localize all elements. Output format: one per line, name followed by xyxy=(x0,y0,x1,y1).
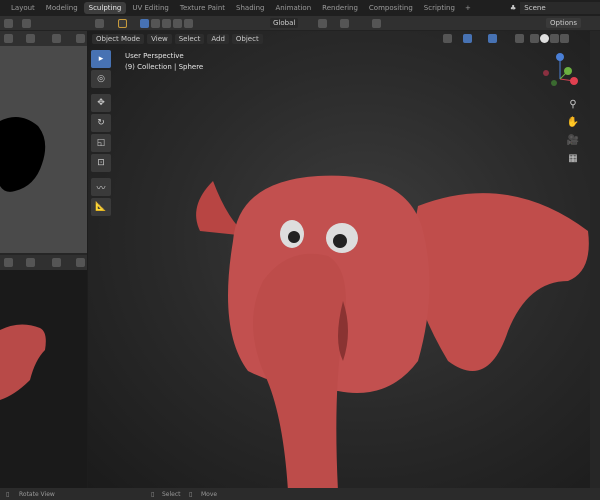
view-icon[interactable] xyxy=(4,34,13,43)
tab-compositing[interactable]: Compositing xyxy=(364,2,418,14)
tab-rendering[interactable]: Rendering xyxy=(317,2,363,14)
mouse-icon: ▯ xyxy=(189,490,193,498)
tab-shading[interactable]: Shading xyxy=(231,2,269,14)
navigation-gizmo[interactable] xyxy=(538,51,582,95)
menu-object[interactable]: Object xyxy=(231,33,263,44)
gizmo-toggle-icon[interactable] xyxy=(463,34,472,43)
proportional-edit-icon[interactable] xyxy=(372,19,381,28)
scene-icon: ♣ xyxy=(510,4,517,12)
annotate-tool-icon[interactable]: 〰 xyxy=(91,178,111,196)
rotate-tool-icon[interactable]: ↻ xyxy=(91,114,111,132)
properties-edge[interactable] xyxy=(590,31,600,488)
workspace-tabs: Layout Modeling Sculpting UV Editing Tex… xyxy=(0,0,600,16)
overlay-icon[interactable] xyxy=(52,258,61,267)
gizmo-icon[interactable] xyxy=(26,34,35,43)
rendered-shading-icon[interactable] xyxy=(560,34,569,43)
perspective-label: User Perspective xyxy=(125,52,184,60)
left-editors xyxy=(0,31,87,488)
measure-tool-icon[interactable]: 📐 xyxy=(91,198,111,216)
secondary-viewport[interactable] xyxy=(0,270,87,488)
shading-icon[interactable] xyxy=(76,34,85,43)
tab-scripting[interactable]: Scripting xyxy=(419,2,460,14)
scale-tool-icon[interactable]: ◱ xyxy=(91,134,111,152)
gizmo-icon[interactable] xyxy=(26,258,35,267)
image-editor-header xyxy=(0,31,87,46)
material-shading-icon[interactable] xyxy=(550,34,559,43)
transform-tool-icon[interactable]: ⊡ xyxy=(91,154,111,172)
camera-icon[interactable]: 🎥 xyxy=(566,135,580,149)
pivot-icon[interactable] xyxy=(318,19,327,28)
mode-intersect-icon[interactable] xyxy=(184,19,193,28)
tab-texture-paint[interactable]: Texture Paint xyxy=(175,2,230,14)
collection-label: (9) Collection | Sphere xyxy=(125,63,204,71)
3d-viewport[interactable]: Object Mode View Select Add Object User … xyxy=(88,31,590,488)
mode-dropdown[interactable]: Object Mode xyxy=(92,33,145,44)
image-editor-area[interactable] xyxy=(0,46,87,253)
shading-icon[interactable] xyxy=(76,258,85,267)
view-icon[interactable] xyxy=(4,258,13,267)
ear-preview xyxy=(0,324,46,400)
zoom-icon[interactable]: ⚲ xyxy=(566,99,580,113)
menu-add[interactable]: Add xyxy=(207,33,229,44)
move-hint: Move xyxy=(201,490,218,498)
move-tool-icon[interactable]: ✥ xyxy=(91,94,111,112)
toolshelf: ▸ ◎ ✥ ↻ ◱ ⊡ 〰 📐 xyxy=(91,50,113,218)
mouse-icon: ▯ xyxy=(6,490,10,498)
mode-extend-icon[interactable] xyxy=(151,19,160,28)
options-dropdown[interactable]: Options xyxy=(546,18,582,28)
mask-preview xyxy=(0,117,46,192)
select-tool-icon[interactable] xyxy=(118,19,127,28)
menu-select[interactable]: Select xyxy=(174,33,205,44)
select-tool-icon[interactable]: ▸ xyxy=(91,50,111,68)
mouse-icon: ▯ xyxy=(151,490,155,498)
scene-selector[interactable]: ♣ Scene xyxy=(510,2,600,14)
tab-animation[interactable]: Animation xyxy=(270,2,316,14)
tab-sculpting[interactable]: Sculpting xyxy=(83,2,127,14)
rotate-view-hint: Rotate View xyxy=(19,490,55,498)
mode-new-icon[interactable] xyxy=(140,19,149,28)
solid-shading-icon[interactable] xyxy=(540,34,549,43)
perspective-grid-icon[interactable]: ▦ xyxy=(566,153,580,167)
add-workspace-button[interactable]: + xyxy=(461,4,475,12)
select-hint: Select xyxy=(162,490,181,498)
mode-subtract-icon[interactable] xyxy=(162,19,171,28)
orientation-dropdown[interactable]: Global xyxy=(270,18,299,28)
tab-uv-editing[interactable]: UV Editing xyxy=(127,2,174,14)
tool-settings-bar: Global Options xyxy=(0,16,600,31)
overlay-icon[interactable] xyxy=(52,34,61,43)
viewport-header: Object Mode View Select Add Object xyxy=(88,31,590,46)
snapping-icon[interactable] xyxy=(340,19,349,28)
menu-view[interactable]: View xyxy=(147,33,172,44)
snap-icon[interactable] xyxy=(22,19,31,28)
scene-name-field[interactable]: Scene xyxy=(520,2,600,14)
xray-icon[interactable] xyxy=(515,34,524,43)
tool-icon[interactable] xyxy=(95,19,104,28)
tab-layout[interactable]: Layout xyxy=(6,2,40,14)
tab-modeling[interactable]: Modeling xyxy=(41,2,83,14)
cursor-tool-icon[interactable]: ◎ xyxy=(91,70,111,88)
overlay-toggle-icon[interactable] xyxy=(488,34,497,43)
pan-hand-icon[interactable]: ✋ xyxy=(566,117,580,131)
wireframe-shading-icon[interactable] xyxy=(530,34,539,43)
secondary-view-header xyxy=(0,255,87,270)
visibility-icon[interactable] xyxy=(443,34,452,43)
elephant-model xyxy=(196,175,589,488)
transform-icon[interactable] xyxy=(4,19,13,28)
viewport-info: User Perspective (9) Collection | Sphere xyxy=(125,51,203,73)
status-bar: ▯ Rotate View ▯ Select ▯ Move xyxy=(0,488,600,500)
mode-invert-icon[interactable] xyxy=(173,19,182,28)
